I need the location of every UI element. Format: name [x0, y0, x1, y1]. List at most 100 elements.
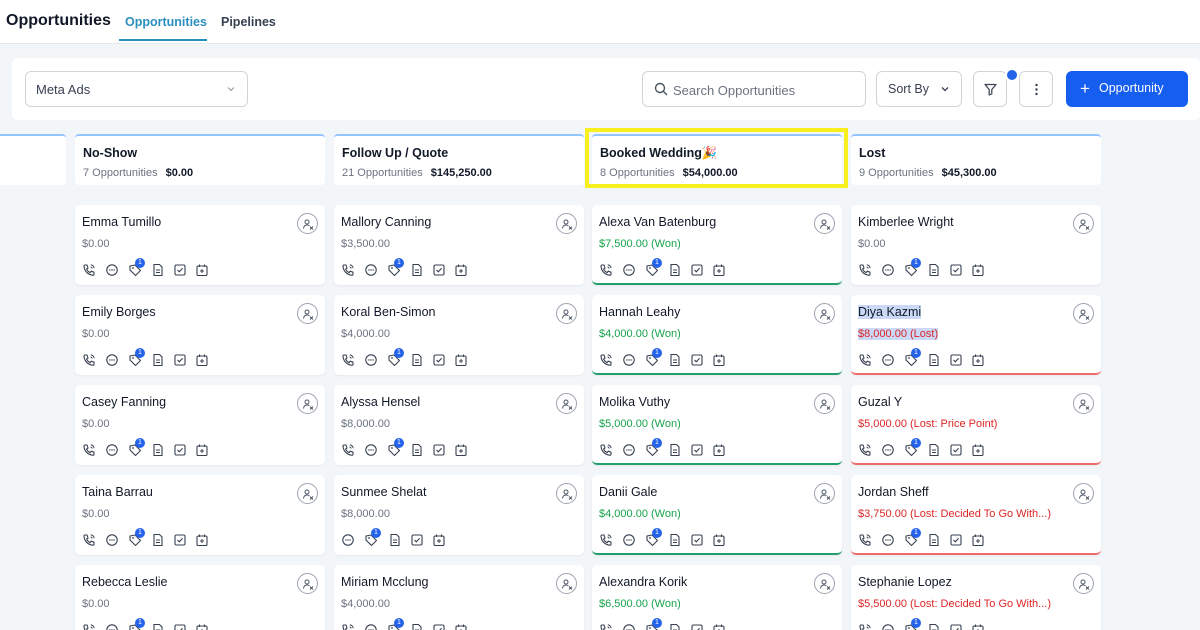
- chat-icon[interactable]: [622, 263, 636, 277]
- checkbox-icon[interactable]: [949, 533, 963, 547]
- phone-icon[interactable]: [858, 443, 872, 457]
- calendar-icon[interactable]: [971, 533, 985, 547]
- opportunity-card[interactable]: Jordan Sheff $3,750.00 (Lost: Decided To …: [851, 475, 1101, 555]
- document-icon[interactable]: [151, 533, 165, 547]
- checkbox-icon[interactable]: [173, 533, 187, 547]
- contact-name[interactable]: Alyssa Hensel: [341, 395, 420, 409]
- opportunity-card[interactable]: Taina Barrau $0.00 1: [75, 475, 325, 555]
- chat-icon[interactable]: [105, 443, 119, 457]
- calendar-icon[interactable]: [971, 263, 985, 277]
- contact-name[interactable]: Danii Gale: [599, 485, 657, 499]
- assign-user-button[interactable]: [814, 393, 835, 414]
- document-icon[interactable]: [668, 263, 682, 277]
- opportunity-card[interactable]: Alexandra Korik $6,500.00 (Won) 1: [592, 565, 842, 630]
- opportunity-card[interactable]: Guzal Y $5,000.00 (Lost: Price Point) 1: [851, 385, 1101, 465]
- phone-icon[interactable]: [599, 623, 613, 630]
- pipeline-select[interactable]: Meta Ads: [25, 71, 248, 107]
- assign-user-button[interactable]: [556, 483, 577, 504]
- document-icon[interactable]: [388, 533, 402, 547]
- more-options-button[interactable]: [1019, 71, 1053, 107]
- contact-name[interactable]: Alexandra Korik: [599, 575, 687, 589]
- document-icon[interactable]: [927, 533, 941, 547]
- chat-icon[interactable]: [364, 443, 378, 457]
- phone-icon[interactable]: [82, 353, 96, 367]
- document-icon[interactable]: [668, 353, 682, 367]
- chat-icon[interactable]: [881, 353, 895, 367]
- chat-icon[interactable]: [364, 263, 378, 277]
- assign-user-button[interactable]: [1073, 213, 1094, 234]
- document-icon[interactable]: [927, 353, 941, 367]
- contact-name[interactable]: Sunmee Shelat: [341, 485, 426, 499]
- sort-by-button[interactable]: Sort By: [876, 71, 962, 107]
- calendar-icon[interactable]: [454, 263, 468, 277]
- checkbox-icon[interactable]: [690, 623, 704, 630]
- chat-icon[interactable]: [364, 353, 378, 367]
- assign-user-button[interactable]: [1073, 393, 1094, 414]
- opportunity-card[interactable]: Rebecca Leslie $0.00 1: [75, 565, 325, 630]
- calendar-icon[interactable]: [712, 443, 726, 457]
- assign-user-button[interactable]: [297, 303, 318, 324]
- document-icon[interactable]: [927, 623, 941, 630]
- phone-icon[interactable]: [858, 353, 872, 367]
- opportunity-card[interactable]: Emma Tumillo $0.00 1: [75, 205, 325, 285]
- checkbox-icon[interactable]: [949, 263, 963, 277]
- search-input[interactable]: [673, 80, 859, 100]
- opportunity-card[interactable]: Mallory Canning $3,500.00 1: [334, 205, 584, 285]
- opportunity-card[interactable]: Kimberlee Wright $0.00 1: [851, 205, 1101, 285]
- document-icon[interactable]: [410, 353, 424, 367]
- assign-user-button[interactable]: [556, 573, 577, 594]
- opportunity-card[interactable]: Alyssa Hensel $8,000.00 1: [334, 385, 584, 465]
- calendar-icon[interactable]: [712, 533, 726, 547]
- checkbox-icon[interactable]: [432, 443, 446, 457]
- calendar-icon[interactable]: [454, 443, 468, 457]
- document-icon[interactable]: [151, 263, 165, 277]
- assign-user-button[interactable]: [297, 213, 318, 234]
- opportunity-card[interactable]: Diya Kazmi $8,000.00 (Lost) 1: [851, 295, 1101, 375]
- document-icon[interactable]: [151, 353, 165, 367]
- phone-icon[interactable]: [341, 443, 355, 457]
- checkbox-icon[interactable]: [949, 623, 963, 630]
- checkbox-icon[interactable]: [690, 263, 704, 277]
- opportunity-card[interactable]: Hannah Leahy $4,000.00 (Won) 1: [592, 295, 842, 375]
- document-icon[interactable]: [410, 443, 424, 457]
- calendar-icon[interactable]: [971, 353, 985, 367]
- phone-icon[interactable]: [599, 533, 613, 547]
- checkbox-icon[interactable]: [949, 443, 963, 457]
- calendar-icon[interactable]: [712, 263, 726, 277]
- phone-icon[interactable]: [599, 353, 613, 367]
- contact-name[interactable]: Emma Tumillo: [82, 215, 161, 229]
- phone-icon[interactable]: [82, 443, 96, 457]
- contact-name[interactable]: Diya Kazmi: [858, 305, 922, 319]
- phone-icon[interactable]: [599, 443, 613, 457]
- add-opportunity-button[interactable]: + Opportunity: [1066, 71, 1188, 107]
- opportunity-card[interactable]: Emily Borges $0.00 1: [75, 295, 325, 375]
- assign-user-button[interactable]: [297, 393, 318, 414]
- chat-icon[interactable]: [881, 533, 895, 547]
- checkbox-icon[interactable]: [173, 443, 187, 457]
- assign-user-button[interactable]: [297, 573, 318, 594]
- column-header[interactable]: No-Show 7 Opportunities $0.00: [75, 134, 325, 185]
- chat-icon[interactable]: [622, 533, 636, 547]
- assign-user-button[interactable]: [1073, 483, 1094, 504]
- assign-user-button[interactable]: [556, 393, 577, 414]
- checkbox-icon[interactable]: [432, 263, 446, 277]
- assign-user-button[interactable]: [814, 303, 835, 324]
- contact-name[interactable]: Jordan Sheff: [858, 485, 929, 499]
- calendar-icon[interactable]: [195, 623, 209, 630]
- checkbox-icon[interactable]: [690, 533, 704, 547]
- calendar-icon[interactable]: [195, 533, 209, 547]
- calendar-icon[interactable]: [195, 263, 209, 277]
- tab-pipelines[interactable]: Pipelines: [221, 15, 276, 29]
- chat-icon[interactable]: [105, 353, 119, 367]
- document-icon[interactable]: [410, 623, 424, 630]
- contact-name[interactable]: Kimberlee Wright: [858, 215, 954, 229]
- opportunity-card[interactable]: Molika Vuthy $5,000.00 (Won) 1: [592, 385, 842, 465]
- chat-icon[interactable]: [881, 443, 895, 457]
- assign-user-button[interactable]: [814, 483, 835, 504]
- checkbox-icon[interactable]: [432, 353, 446, 367]
- document-icon[interactable]: [410, 263, 424, 277]
- opportunity-card[interactable]: Sunmee Shelat $8,000.00 1: [334, 475, 584, 555]
- calendar-icon[interactable]: [454, 353, 468, 367]
- opportunity-card[interactable]: Stephanie Lopez $5,500.00 (Lost: Decided …: [851, 565, 1101, 630]
- contact-name[interactable]: Stephanie Lopez: [858, 575, 952, 589]
